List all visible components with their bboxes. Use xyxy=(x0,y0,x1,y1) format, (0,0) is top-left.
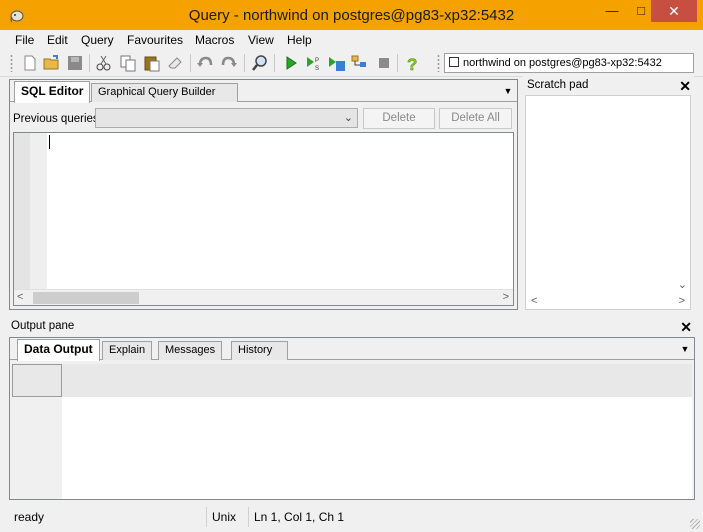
find-icon[interactable] xyxy=(251,54,269,72)
menu-edit[interactable]: Edit xyxy=(47,33,68,47)
toolbar-separator xyxy=(274,54,275,72)
horizontal-scrollbar[interactable]: < > xyxy=(14,289,513,305)
svg-text:?: ? xyxy=(407,55,417,72)
execute-icon[interactable] xyxy=(282,54,300,72)
scrollbar-thumb[interactable] xyxy=(33,292,139,304)
toolbar-grip[interactable] xyxy=(10,54,13,72)
copy-icon[interactable] xyxy=(119,54,137,72)
scroll-right-icon[interactable]: > xyxy=(679,294,685,308)
menu-file[interactable]: File xyxy=(15,33,34,47)
grid-row-header xyxy=(12,397,62,499)
chevron-down-icon: ⌄ xyxy=(343,112,353,124)
paste-icon[interactable] xyxy=(143,54,161,72)
grid-corner-cell[interactable] xyxy=(12,364,62,397)
previous-queries-label: Previous queries xyxy=(13,113,99,125)
explain-icon[interactable]: P S xyxy=(305,54,323,72)
connection-label: northwind on postgres@pg83-xp32:5432 xyxy=(463,57,662,69)
output-panel: Data Output Explain Messages History ▼ xyxy=(9,337,695,500)
clear-icon[interactable] xyxy=(166,54,184,72)
output-tab-strip: Data Output Explain Messages History ▼ xyxy=(10,338,694,361)
connection-selector[interactable]: northwind on postgres@pg83-xp32:5432 xyxy=(444,53,694,73)
cut-icon[interactable] xyxy=(95,54,113,72)
toolbar-separator xyxy=(244,54,245,72)
fold-margin xyxy=(30,133,47,289)
tab-data-output[interactable]: Data Output xyxy=(17,339,100,361)
output-pane-title: Output pane xyxy=(11,320,75,332)
data-grid[interactable] xyxy=(62,397,692,499)
tab-explain[interactable]: Explain xyxy=(102,341,153,360)
status-bar: ready Unix Ln 1, Col 1, Ch 1 xyxy=(0,503,703,532)
close-output-pane-icon[interactable]: ✕ xyxy=(680,320,692,334)
previous-queries-dropdown[interactable]: ⌄ xyxy=(95,108,358,128)
tab-history[interactable]: History xyxy=(231,341,288,360)
sql-editor-panel: SQL Editor Graphical Query Builder ▼ Pre… xyxy=(9,79,518,310)
execute-to-file-icon[interactable] xyxy=(328,54,346,72)
menu-bar: File Edit Query Favourites Macros View H… xyxy=(0,30,703,50)
toolbar-grip[interactable] xyxy=(437,54,440,72)
tab-graphical-query-builder[interactable]: Graphical Query Builder xyxy=(91,83,238,102)
undo-icon[interactable] xyxy=(196,54,214,72)
menu-query[interactable]: Query xyxy=(81,33,114,47)
scratch-pad-panel: Scratch pad ✕ ⌄ < > xyxy=(522,76,694,312)
editor-tab-strip: SQL Editor Graphical Query Builder ▼ xyxy=(10,80,517,103)
open-folder-icon[interactable] xyxy=(43,54,61,72)
cancel-icon[interactable] xyxy=(375,54,393,72)
scratch-pad-textarea[interactable]: ⌄ < > xyxy=(525,95,691,310)
status-cursor-position: Ln 1, Col 1, Ch 1 xyxy=(248,507,398,527)
menu-favourites[interactable]: Favourites xyxy=(127,33,183,47)
tab-menu-arrow-icon[interactable]: ▼ xyxy=(503,86,513,96)
sql-editor-textarea[interactable]: < > xyxy=(13,132,514,306)
delete-button[interactable]: Delete xyxy=(363,108,435,129)
line-number-gutter xyxy=(14,133,30,289)
tab-sql-editor[interactable]: SQL Editor xyxy=(14,81,91,103)
status-state: ready xyxy=(14,510,45,524)
scroll-right-icon[interactable]: > xyxy=(503,290,509,304)
connection-checkbox[interactable] xyxy=(449,57,459,67)
new-file-icon[interactable] xyxy=(21,54,39,72)
resize-grip[interactable] xyxy=(690,519,700,529)
close-scratch-pad-icon[interactable]: ✕ xyxy=(679,79,691,93)
toolbar-separator xyxy=(190,54,191,72)
scroll-left-icon[interactable]: < xyxy=(17,290,23,304)
output-pane-header: Output pane ✕ xyxy=(0,318,703,336)
minimize-button[interactable]: — xyxy=(598,0,626,22)
title-bar: Query - northwind on postgres@pg83-xp32:… xyxy=(0,0,703,30)
svg-text:P: P xyxy=(315,58,319,64)
status-line-endings: Unix xyxy=(206,507,247,527)
scroll-down-icon[interactable]: ⌄ xyxy=(678,278,687,292)
help-icon[interactable]: ? xyxy=(404,54,422,72)
menu-view[interactable]: View xyxy=(248,33,274,47)
menu-help[interactable]: Help xyxy=(287,33,312,47)
grid-column-header xyxy=(12,364,692,397)
delete-all-button[interactable]: Delete All xyxy=(439,108,512,129)
tab-menu-arrow-icon[interactable]: ▼ xyxy=(680,344,690,354)
toolbar-separator xyxy=(89,54,90,72)
tab-messages[interactable]: Messages xyxy=(158,341,223,360)
explain-analyze-icon[interactable] xyxy=(350,54,368,72)
toolbar: P S ? northwind on postgres@pg83-xp32:54… xyxy=(0,50,703,77)
scroll-left-icon[interactable]: < xyxy=(531,294,537,308)
redo-icon[interactable] xyxy=(220,54,238,72)
svg-text:S: S xyxy=(315,66,319,72)
save-icon[interactable] xyxy=(66,54,84,72)
toolbar-separator xyxy=(397,54,398,72)
text-caret xyxy=(49,135,50,149)
close-window-button[interactable]: ✕ xyxy=(651,0,697,22)
scratch-pad-title: Scratch pad xyxy=(527,79,589,91)
menu-macros[interactable]: Macros xyxy=(195,33,234,47)
